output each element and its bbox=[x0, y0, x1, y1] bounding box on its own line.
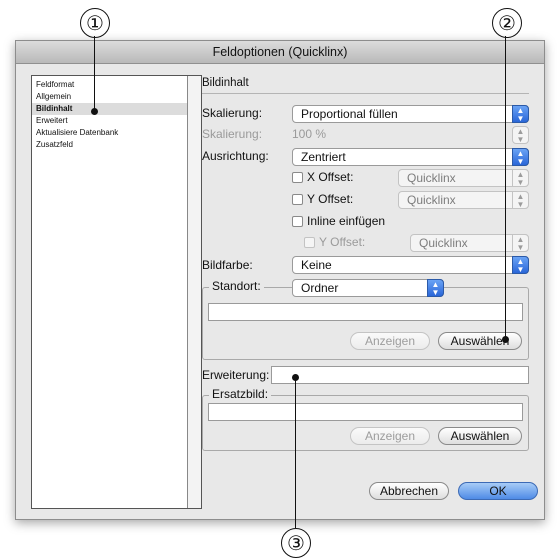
scaling-popup-value: Proportional füllen bbox=[301, 107, 398, 121]
up-down-chevron-icon: ▲ ▼ bbox=[512, 256, 529, 274]
up-down-chevron-icon: ▲ ▼ bbox=[512, 234, 529, 252]
y-offset-checkbox[interactable] bbox=[292, 194, 303, 205]
choose-button[interactable]: Auswählen bbox=[438, 332, 522, 350]
up-down-chevron-icon: ▲ ▼ bbox=[512, 191, 529, 209]
up-down-chevron-icon: ▲ ▼ bbox=[512, 148, 529, 166]
sidebar-item-aktualisiere-datenbank[interactable]: Aktualisiere Datenbank bbox=[32, 127, 189, 139]
alignment-popup[interactable]: Zentriert ▲ ▼ bbox=[292, 148, 529, 166]
location-popup-value: Ordner bbox=[301, 281, 339, 295]
extension-field[interactable] bbox=[271, 366, 529, 384]
callout-2-dot bbox=[502, 336, 509, 343]
y-offset-label: Y Offset: bbox=[307, 192, 354, 206]
alignment-label: Ausrichtung: bbox=[202, 149, 269, 163]
replacement-group-title: Ersatzbild: bbox=[209, 387, 272, 401]
image-color-popup-value: Keine bbox=[301, 258, 332, 272]
callout-1-dot bbox=[91, 108, 98, 115]
section-title: Bildinhalt bbox=[202, 77, 249, 89]
choose-button-2[interactable]: Auswählen bbox=[438, 427, 522, 445]
callout-3-dot bbox=[292, 374, 299, 381]
callout-3: ③ bbox=[281, 528, 311, 558]
y-offset-2-popup: Quicklinx ▲ ▼ bbox=[410, 234, 529, 252]
scaling-percent-label: Skalierung: bbox=[202, 127, 263, 141]
cancel-button[interactable]: Abbrechen bbox=[369, 482, 449, 500]
image-color-label: Bildfarbe: bbox=[202, 258, 253, 272]
x-offset-popup: Quicklinx ▲ ▼ bbox=[398, 169, 529, 187]
scaling-percent-stepper: ▲ ▼ bbox=[512, 126, 529, 144]
sidebar-item-bildinhalt[interactable]: Bildinhalt bbox=[32, 103, 189, 115]
y-offset-popup: Quicklinx ▲ ▼ bbox=[398, 191, 529, 209]
up-down-chevron-icon: ▲ ▼ bbox=[427, 279, 444, 297]
up-down-chevron-icon: ▲ ▼ bbox=[512, 169, 529, 187]
y-offset-2-label: Y Offset: bbox=[319, 235, 366, 249]
callout-2-line bbox=[505, 36, 507, 340]
scaling-percent-value: 100 % bbox=[292, 127, 327, 141]
y-offset-2-popup-value: Quicklinx bbox=[419, 236, 468, 250]
section-divider bbox=[202, 93, 529, 94]
scaling-popup[interactable]: Proportional füllen ▲ ▼ bbox=[292, 105, 529, 123]
x-offset-label: X Offset: bbox=[307, 170, 354, 184]
callout-1: ① bbox=[80, 8, 110, 38]
category-list: Feldformat Allgemein Bildinhalt Erweiter… bbox=[31, 75, 202, 509]
ok-button[interactable]: OK bbox=[458, 482, 538, 500]
image-color-popup[interactable]: Keine ▲ ▼ bbox=[292, 256, 529, 274]
inline-insert-checkbox[interactable] bbox=[292, 216, 303, 227]
x-offset-checkbox[interactable] bbox=[292, 172, 303, 183]
location-popup[interactable]: Ordner ▲ ▼ bbox=[292, 279, 444, 297]
callout-2: ② bbox=[492, 8, 522, 38]
inline-insert-label: Inline einfügen bbox=[307, 214, 386, 228]
alignment-popup-value: Zentriert bbox=[301, 150, 346, 164]
show-button: Anzeigen bbox=[350, 332, 430, 350]
sidebar-item-erweitert[interactable]: Erweitert bbox=[32, 115, 189, 127]
replacement-path-field[interactable] bbox=[208, 403, 523, 421]
sidebar-scrollbar[interactable] bbox=[187, 76, 201, 508]
scaling-label: Skalierung: bbox=[202, 106, 263, 120]
callout-1-line bbox=[94, 36, 96, 112]
sidebar-item-feldformat[interactable]: Feldformat bbox=[32, 79, 189, 91]
up-down-chevron-icon: ▲ ▼ bbox=[512, 105, 529, 123]
location-path-field[interactable] bbox=[208, 303, 523, 321]
sidebar-item-zusatzfeld[interactable]: Zusatzfeld bbox=[32, 139, 189, 151]
show-button-2: Anzeigen bbox=[350, 427, 430, 445]
location-group-title: Standort: bbox=[209, 279, 264, 293]
sidebar-item-allgemein[interactable]: Allgemein bbox=[32, 91, 189, 103]
y-offset-2-checkbox bbox=[304, 237, 315, 248]
y-offset-popup-value: Quicklinx bbox=[407, 193, 456, 207]
callout-3-line bbox=[295, 378, 297, 528]
x-offset-popup-value: Quicklinx bbox=[407, 171, 456, 185]
extension-label: Erweiterung: bbox=[202, 368, 270, 382]
